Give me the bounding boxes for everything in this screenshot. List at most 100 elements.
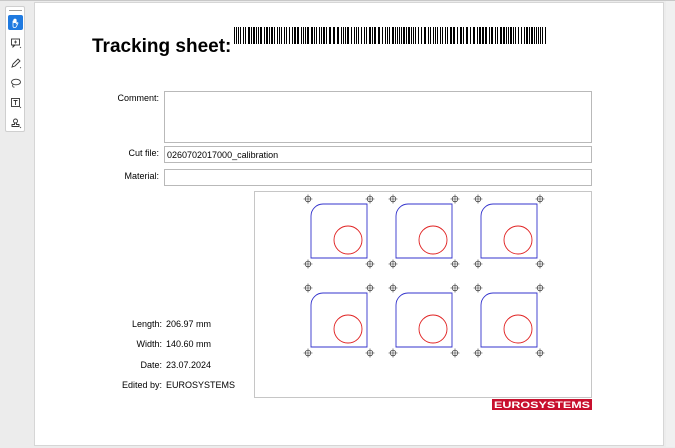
hand-tool-button[interactable] bbox=[8, 15, 23, 30]
barcode-bar bbox=[385, 27, 386, 44]
barcode-bar bbox=[366, 27, 367, 44]
barcode-bar bbox=[240, 27, 241, 44]
stamp-icon bbox=[11, 118, 21, 128]
pen-tool-button[interactable] bbox=[8, 55, 23, 70]
cut-file-label: Cut file: bbox=[128, 148, 159, 158]
cut-part-hole bbox=[418, 225, 448, 255]
barcode-bar bbox=[513, 27, 514, 44]
barcode-bar bbox=[399, 27, 400, 44]
barcode-bar bbox=[442, 27, 443, 44]
barcode-bar bbox=[460, 27, 462, 44]
barcode-bar bbox=[256, 27, 257, 44]
registration-mark-cross bbox=[473, 283, 483, 293]
barcode-bar bbox=[401, 27, 402, 44]
barcode-bar bbox=[364, 27, 365, 44]
length-value: 206.97 mm bbox=[166, 319, 212, 329]
cut-part-hole bbox=[503, 225, 533, 255]
barcode-bar bbox=[428, 27, 429, 44]
barcode-bar bbox=[260, 27, 262, 44]
barcode-bar bbox=[406, 27, 407, 44]
barcode-bar bbox=[356, 27, 357, 44]
material-field[interactable] bbox=[164, 169, 592, 186]
cut-file-field[interactable]: 0260702017000_calibration bbox=[164, 146, 592, 163]
registration-mark-cross bbox=[365, 194, 375, 204]
registration-mark-cross bbox=[303, 194, 313, 204]
barcode-bar bbox=[497, 27, 498, 44]
barcode-bar bbox=[294, 27, 296, 44]
cut-layout-preview bbox=[254, 191, 592, 398]
barcode-bar bbox=[437, 27, 438, 44]
barcode-bar bbox=[521, 27, 522, 44]
barcode-bar bbox=[382, 27, 383, 44]
registration-mark-cross bbox=[450, 194, 460, 204]
barcode-bar bbox=[445, 27, 446, 44]
registration-mark-cross bbox=[450, 283, 460, 293]
barcode-bar bbox=[289, 27, 290, 44]
barcode-bar bbox=[542, 27, 543, 44]
barcode-bar bbox=[433, 27, 434, 44]
barcode-bar bbox=[337, 27, 339, 44]
barcode-bar bbox=[323, 27, 325, 44]
barcode-bar bbox=[354, 27, 355, 44]
vertical-scrollbar[interactable] bbox=[666, 1, 675, 447]
barcode-bar bbox=[403, 27, 405, 44]
barcode-bar bbox=[479, 27, 481, 44]
barcode-bar bbox=[450, 27, 452, 44]
stamp-tool-button[interactable] bbox=[8, 115, 23, 130]
barcode-bar bbox=[463, 27, 464, 44]
toolbar-grip[interactable] bbox=[9, 10, 22, 11]
lasso-tool-button[interactable] bbox=[8, 75, 23, 90]
barcode-bar bbox=[279, 27, 280, 44]
barcode-bar bbox=[292, 27, 293, 44]
barcode-bar bbox=[378, 27, 380, 44]
barcode-bar bbox=[369, 27, 371, 44]
barcode-bar bbox=[430, 27, 431, 44]
barcode-bar bbox=[485, 27, 487, 44]
barcode-bar bbox=[284, 27, 285, 44]
text-box-tool-button[interactable] bbox=[8, 95, 23, 110]
barcode-bar bbox=[392, 27, 394, 44]
barcode-bar bbox=[457, 27, 458, 44]
window-top-border bbox=[0, 0, 675, 1]
registration-mark-cross bbox=[473, 194, 483, 204]
logo-text: EUROSYSTEMS bbox=[494, 400, 590, 410]
comment-tool-button[interactable] bbox=[8, 35, 23, 50]
barcode-bar bbox=[418, 27, 419, 44]
registration-mark-cross bbox=[473, 348, 483, 358]
registration-mark-cross bbox=[388, 348, 398, 358]
barcode-bar bbox=[503, 27, 505, 44]
barcode-bar bbox=[236, 27, 237, 44]
barcode-bar bbox=[319, 27, 320, 44]
barcode-bar bbox=[538, 27, 539, 44]
cut-part-hole bbox=[503, 314, 533, 344]
barcode-bar bbox=[343, 27, 344, 44]
barcode-bar bbox=[397, 27, 398, 44]
registration-mark-cross bbox=[450, 348, 460, 358]
barcode-bar bbox=[470, 27, 471, 44]
registration-mark-cross bbox=[388, 194, 398, 204]
barcode-bar bbox=[269, 27, 270, 44]
barcode-bar bbox=[524, 27, 525, 44]
barcode-bar bbox=[316, 27, 317, 44]
barcode-bar bbox=[372, 27, 373, 44]
comment-field[interactable] bbox=[164, 91, 592, 143]
edited-by-label: Edited by: bbox=[121, 380, 162, 390]
width-label: Width: bbox=[136, 339, 162, 349]
registration-mark-cross bbox=[365, 283, 375, 293]
barcode-bar bbox=[421, 27, 422, 44]
barcode-bar bbox=[477, 27, 478, 44]
barcode-bar bbox=[234, 27, 235, 44]
barcode-bar bbox=[321, 27, 322, 44]
barcode-bar bbox=[245, 27, 246, 44]
barcode-bar bbox=[351, 27, 352, 44]
barcode-bar bbox=[253, 27, 255, 44]
barcode-bar bbox=[466, 27, 468, 44]
registration-mark-cross bbox=[365, 348, 375, 358]
registration-mark-cross bbox=[535, 348, 545, 358]
registration-mark-cross bbox=[303, 348, 313, 358]
date-label: Date: bbox=[140, 360, 162, 370]
registration-mark-cross bbox=[303, 259, 313, 269]
barcode-bar bbox=[314, 27, 315, 44]
barcode-bar bbox=[266, 27, 268, 44]
document-page: Tracking sheet: Comment: Cut file: 02607… bbox=[34, 2, 664, 446]
